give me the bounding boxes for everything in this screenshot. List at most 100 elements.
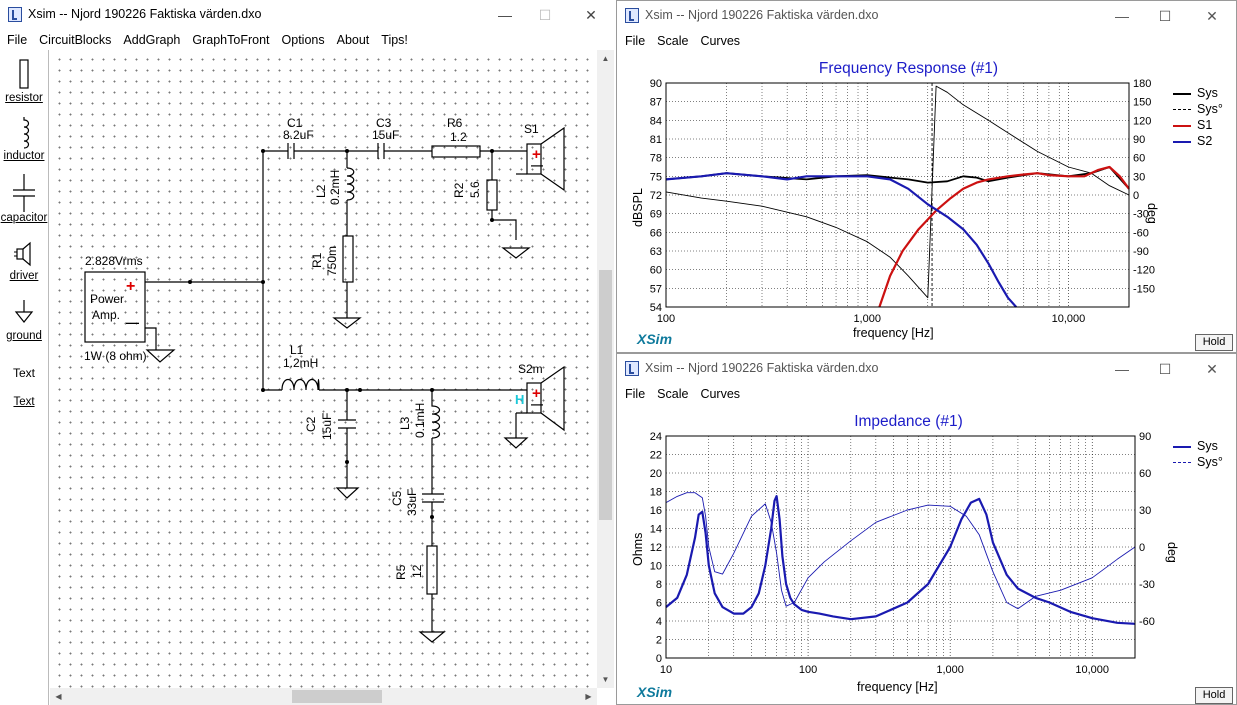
menu-tips[interactable]: Tips! [375,30,414,50]
freq-y2-axis-label: deg [1145,203,1159,224]
imp-chart-svg[interactable]: 2422201816141210864209060300-30-6010 100 1… [617,404,1237,705]
legend-item-s2[interactable]: S2 [1173,133,1223,149]
schematic-canvas[interactable]: 2.828Vrms Power Amp. + — 1W (8 ohm) C1 8… [50,50,597,688]
freq-chart-svg[interactable]: 9087848178757269666360575418015012090603… [617,51,1237,353]
palette-driver-label: driver [9,270,39,282]
imp-y-tick: 18 [650,487,662,499]
scroll-left-icon[interactable]: ◀ [50,688,67,705]
driver-s1-name: S1 [524,122,539,136]
legend-item-sys[interactable]: Sys [1173,85,1223,101]
fr-y-tick: 69 [650,209,662,221]
legend-item-sys-phase[interactable]: Sys° [1173,101,1223,117]
freq-titlebar: Xsim -- Njord 190226 Faktiska värden.dxo… [617,1,1236,31]
imp-maximize-button[interactable]: ☐ [1150,358,1180,380]
fr-y-tick: 81 [650,134,662,146]
imp-y-tick: 16 [650,505,662,517]
imp-y-axis-label: Ohms [631,532,645,566]
horizontal-scroll-thumb[interactable] [292,690,382,703]
imp-y-tick: 10 [650,561,662,573]
imp-titlebar: Xsim -- Njord 190226 Faktiska värden.dxo… [617,354,1236,384]
impedance-window: Xsim -- Njord 190226 Faktiska värden.dxo… [616,353,1237,705]
c2-value: 15uF [320,412,334,440]
menu-about[interactable]: About [331,30,376,50]
imp-minimize-button[interactable]: — [1107,358,1137,380]
fr-y-tick: 78 [650,153,662,165]
imp-y-tick: 20 [650,468,662,480]
menu-addgraph[interactable]: AddGraph [117,30,186,50]
imp-legend: Sys Sys° [1173,438,1223,470]
fr-series-1 [665,85,1130,299]
r5-name: R5 [394,564,408,580]
legend-item-s1[interactable]: S1 [1173,117,1223,133]
close-button[interactable]: ✕ [576,4,606,26]
imp-legend-item-sys[interactable]: Sys [1173,438,1223,454]
fr-y-tick: 57 [650,283,662,295]
r2-name: R2 [452,182,466,198]
fr-x-tick: 100 [657,313,675,325]
imp-y-tick: 14 [650,524,662,536]
freq-maximize-button[interactable]: ☐ [1150,5,1180,27]
freq-x-axis-label: frequency [Hz] [853,326,934,340]
vertical-scrollbar[interactable]: ▲ ▼ [597,50,614,688]
l2-value: 0.2mH [328,169,342,205]
horizontal-scrollbar[interactable]: ◀ ▶ [50,688,597,705]
scroll-up-icon[interactable]: ▲ [597,50,614,67]
menu-options[interactable]: Options [276,30,331,50]
scroll-down-icon[interactable]: ▼ [597,671,614,688]
imp-menu-file[interactable]: File [619,384,651,404]
r1-name: R1 [310,252,324,268]
inductor-icon [23,117,30,149]
palette-driver[interactable]: driver [0,240,48,282]
imp-y2-tick: -60 [1139,616,1155,628]
maximize-button[interactable]: ☐ [530,4,560,26]
menu-circuitblocks[interactable]: CircuitBlocks [33,30,117,50]
imp-hold-button[interactable]: Hold [1195,687,1233,704]
xsim-app-icon [625,361,639,376]
menu-file[interactable]: File [1,30,33,50]
imp-close-button[interactable]: ✕ [1197,358,1227,380]
freq-menubar: File Scale Curves [619,31,1236,51]
imp-menu-scale[interactable]: Scale [651,384,694,404]
freq-menu-curves[interactable]: Curves [694,31,746,51]
imp-xsim-brand: XSim [637,684,673,700]
fr-y2-tick: -60 [1133,227,1149,239]
palette-inductor[interactable]: inductor [0,116,48,162]
r6-name: R6 [447,116,463,130]
palette-ground-label: ground [6,330,42,342]
freq-hold-button[interactable]: Hold [1195,334,1233,351]
l1-value: 1.2mH [283,356,319,370]
imp-y-tick: 12 [650,542,662,554]
fr-y-tick: 84 [650,115,662,127]
imp-y2-tick: 60 [1139,468,1151,480]
fr-series-3 [665,172,1018,308]
freq-y-axis-label: dBSPL [631,188,645,227]
freq-close-button[interactable]: ✕ [1197,5,1227,27]
palette-resistor-label: resistor [5,92,43,104]
freq-menu-scale[interactable]: Scale [651,31,694,51]
scroll-right-icon[interactable]: ▶ [580,688,597,705]
l1-name: L1 [290,343,304,357]
legend-s1-label: S1 [1197,118,1213,132]
vertical-scroll-thumb[interactable] [599,270,612,520]
amp-minus-terminal: — [126,315,139,330]
palette-ground[interactable]: ground [0,300,48,342]
fr-y2-tick: 120 [1133,115,1151,127]
freq-menu-file[interactable]: File [619,31,651,51]
palette-resistor[interactable]: resistor [0,58,48,104]
menu-graphtofront[interactable]: GraphToFront [186,30,275,50]
fr-y2-tick: 60 [1133,153,1145,165]
palette-text[interactable]: Text [0,396,48,408]
freq-minimize-button[interactable]: — [1107,5,1137,27]
ground-icon [14,300,34,323]
main-menubar: File CircuitBlocks AddGraph GraphToFront Opt… [1,30,614,50]
palette-capacitor[interactable]: capacitor [0,174,48,224]
imp-plot-area: Impedance (#1) 24 22 20 18 16 14 12 10 8 6 4 2 0 90 60… [617,404,1236,704]
palette-text-label: Text [13,396,35,408]
xsim-app-icon [625,8,639,23]
palette-text-icon[interactable]: Text [0,366,48,380]
amp-plus-terminal: + [126,278,136,295]
minimize-button[interactable]: — [490,4,520,26]
imp-menu-curves[interactable]: Curves [694,384,746,404]
c1-value: 8.2uF [283,128,314,142]
imp-legend-item-sys-phase[interactable]: Sys° [1173,454,1223,470]
